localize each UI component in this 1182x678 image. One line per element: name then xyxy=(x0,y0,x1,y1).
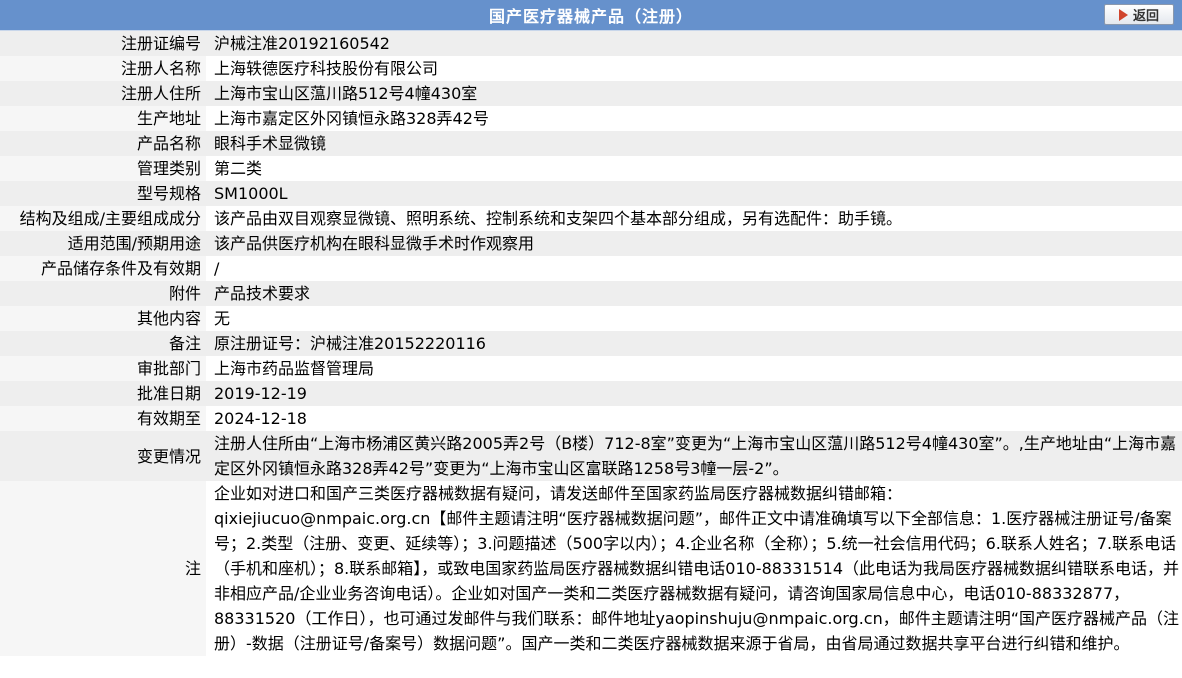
field-label: 其他内容 xyxy=(0,306,206,331)
table-row: 其他内容无 xyxy=(0,306,1182,331)
page-title: 国产医疗器械产品（注册） xyxy=(488,7,693,26)
table-row: 备注 原注册证号：沪械注准20152220116 xyxy=(0,331,1182,356)
field-value: 2019-12-19 xyxy=(206,381,1182,406)
field-value: 第二类 xyxy=(206,156,1182,181)
table-row: 适用范围/预期用途 该产品供医疗机构在眼科显微手术时作观察用 xyxy=(0,231,1182,256)
page-header: 国产医疗器械产品（注册） 返回 xyxy=(0,0,1182,31)
table-row: 型号规格 SM1000L xyxy=(0,181,1182,206)
field-label: 注册人住所 xyxy=(0,81,206,106)
field-label: 结构及组成/主要组成成分 xyxy=(0,206,206,231)
field-label: 备注 xyxy=(0,331,206,356)
field-value: 上海市嘉定区外冈镇恒永路328弄42号 xyxy=(206,106,1182,131)
field-value: 上海市药品监督管理局 xyxy=(206,356,1182,381)
field-value: 该产品供医疗机构在眼科显微手术时作观察用 xyxy=(206,231,1182,256)
field-value: 产品技术要求 xyxy=(206,281,1182,306)
table-row: 注册人住所 上海市宝山区蕰川路512号4幢430室 xyxy=(0,81,1182,106)
field-label: 注册人名称 xyxy=(0,56,206,81)
table-row: 批准日期 2019-12-19 xyxy=(0,381,1182,406)
note-paragraph: 企业如对进口和国产三类医疗器械数据有疑问，请发送邮件至国家药监局医疗器械数据纠错… xyxy=(214,484,903,503)
field-label: 适用范围/预期用途 xyxy=(0,231,206,256)
back-button-label: 返回 xyxy=(1132,9,1159,24)
field-label: 审批部门 xyxy=(0,356,206,381)
field-label: 生产地址 xyxy=(0,106,206,131)
field-label: 型号规格 xyxy=(0,181,206,206)
back-button[interactable]: 返回 xyxy=(1104,4,1174,25)
table-row: 产品名称 眼科手术显微镜 xyxy=(0,131,1182,156)
note-value: 企业如对进口和国产三类医疗器械数据有疑问，请发送邮件至国家药监局医疗器械数据纠错… xyxy=(206,481,1182,656)
table-row: 注册证编号 沪械注准20192160542 xyxy=(0,31,1182,56)
note-label: 注 xyxy=(0,481,206,656)
field-label: 有效期至 xyxy=(0,406,206,431)
field-value: SM1000L xyxy=(206,181,1182,206)
table-row-change: 变更情况 注册人住所由“上海市杨浦区黄兴路2005弄2号（B楼）712-8室”变更… xyxy=(0,431,1182,481)
table-row: 管理类别 第二类 xyxy=(0,156,1182,181)
field-label: 产品名称 xyxy=(0,131,206,156)
field-label: 产品储存条件及有效期 xyxy=(0,256,206,281)
table-row: 审批部门 上海市药品监督管理局 xyxy=(0,356,1182,381)
table-row: 附件 产品技术要求 xyxy=(0,281,1182,306)
change-value: 注册人住所由“上海市杨浦区黄兴路2005弄2号（B楼）712-8室”变更为“上海… xyxy=(206,431,1182,481)
field-value: 上海市宝山区蕰川路512号4幢430室 xyxy=(206,81,1182,106)
field-value: / xyxy=(206,256,1182,281)
table-row: 有效期至 2024-12-18 xyxy=(0,406,1182,431)
field-value: 沪械注准20192160542 xyxy=(206,31,1182,56)
table-row: 生产地址 上海市嘉定区外冈镇恒永路328弄42号 xyxy=(0,106,1182,131)
table-row: 结构及组成/主要组成成分 该产品由双目观察显微镜、照明系统、控制系统和支架四个基本… xyxy=(0,206,1182,231)
field-label: 注册证编号 xyxy=(0,31,206,56)
change-label: 变更情况 xyxy=(0,431,206,481)
field-value: 原注册证号：沪械注准20152220116 xyxy=(206,331,1182,356)
table-row: 注册人名称 上海轶德医疗科技股份有限公司 xyxy=(0,56,1182,81)
table-row: 产品储存条件及有效期 / xyxy=(0,256,1182,281)
detail-table: 注册证编号 沪械注准20192160542 注册人名称 上海轶德医疗科技股份有限公司… xyxy=(0,31,1182,656)
field-label: 附件 xyxy=(0,281,206,306)
field-value: 2024-12-18 xyxy=(206,406,1182,431)
back-arrow-icon xyxy=(1118,8,1128,21)
field-value: 无 xyxy=(206,306,1182,331)
field-label: 批准日期 xyxy=(0,381,206,406)
field-value: 上海轶德医疗科技股份有限公司 xyxy=(206,56,1182,81)
field-value: 该产品由双目观察显微镜、照明系统、控制系统和支架四个基本部分组成，另有选配件：助… xyxy=(206,206,1182,231)
note-paragraph: qixiejiucuo@nmpaic.org.cn【邮件主题请注明“医疗器械数据… xyxy=(214,509,1180,653)
table-row-note: 注 企业如对进口和国产三类医疗器械数据有疑问，请发送邮件至国家药监局医疗器械数据… xyxy=(0,481,1182,656)
field-value: 眼科手术显微镜 xyxy=(206,131,1182,156)
field-label: 管理类别 xyxy=(0,156,206,181)
